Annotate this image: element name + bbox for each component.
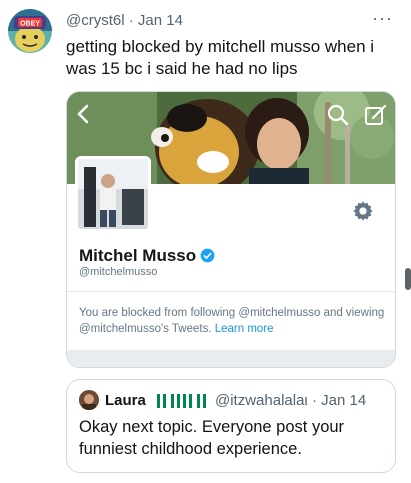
quoted-user-handle[interactable]: @itzwahalalaι <box>215 392 308 409</box>
screenshot-bottom-band <box>67 350 395 367</box>
header-separator: · <box>128 12 134 29</box>
profile-picture-image <box>78 159 148 229</box>
nigeria-flag-emoji-icons <box>157 394 206 408</box>
quoted-tweet-meta: @itzwahalalaι · Jan 14 <box>215 392 366 409</box>
scrollbar-thumb[interactable] <box>405 268 411 290</box>
gear-icon[interactable] <box>352 200 374 222</box>
profile-name: Mitchel Musso <box>79 246 215 266</box>
tweet-text: getting blocked by mitchell musso when i… <box>66 37 375 78</box>
quoted-tweet[interactable]: Laura @itzwahalalaι · Jan 14 Okay next t… <box>66 379 396 473</box>
quoted-tweet-date[interactable]: Jan 14 <box>321 392 366 409</box>
profile-picture[interactable] <box>75 156 151 232</box>
quoted-avatar-image <box>79 390 99 410</box>
avatar-image: OBEY <box>8 9 52 53</box>
tweet-handle[interactable]: @cryst6l <box>66 12 125 29</box>
learn-more-link[interactable]: Learn more <box>215 323 274 335</box>
compose-icon[interactable] <box>364 103 388 127</box>
attached-screenshot[interactable]: Mitchel Musso @mitchelmusso You are bloc… <box>66 91 396 368</box>
tweet[interactable]: OBEY @cryst6l · Jan 14 ··· getting block… <box>0 0 411 483</box>
search-icon[interactable] <box>327 104 349 126</box>
quoted-tweet-text: Okay next topic. Everyone post your funn… <box>79 418 345 458</box>
divider <box>67 291 395 292</box>
verified-badge-icon <box>200 248 215 263</box>
quoted-user-name[interactable]: Laura <box>105 392 146 409</box>
user-avatar[interactable]: OBEY <box>8 9 52 53</box>
profile-name-text: Mitchel Musso <box>79 246 197 265</box>
blocked-message: You are blocked from following @mitchelm… <box>79 305 389 337</box>
more-options-button[interactable]: ··· <box>372 8 393 29</box>
profile-handle: @mitchelmusso <box>79 266 158 278</box>
back-arrow-icon[interactable] <box>75 104 91 124</box>
quoted-user-avatar[interactable] <box>79 390 99 410</box>
tweet-header: @cryst6l · Jan 14 <box>66 12 183 29</box>
avatar-logo-text: OBEY <box>20 21 40 28</box>
tweet-date[interactable]: Jan 14 <box>138 12 183 29</box>
quoted-separator: · <box>311 392 317 409</box>
